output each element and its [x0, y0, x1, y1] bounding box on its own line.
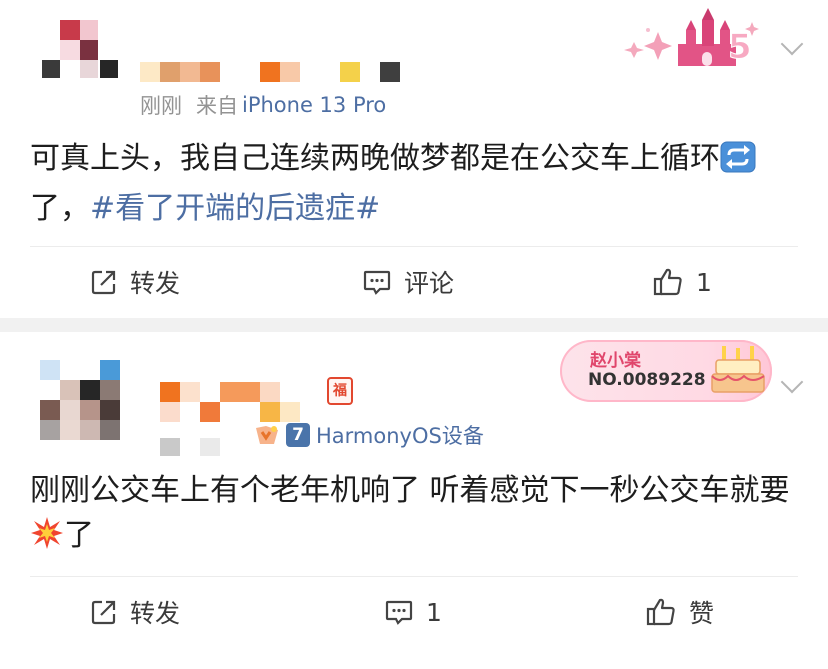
post-meta: 刚刚 来自 iPhone 13 Pro — [140, 90, 386, 120]
post-text-tail: 了， — [30, 191, 90, 226]
fan-badge-name: 赵小棠 — [590, 351, 641, 371]
avatar[interactable] — [38, 0, 122, 84]
action-bar: 转发 评论 1 — [0, 252, 828, 312]
avatar[interactable] — [38, 360, 122, 450]
repost-button[interactable]: 转发 — [90, 252, 180, 312]
comment-count: 1 — [426, 597, 442, 627]
repeat-emoji-icon — [720, 141, 756, 186]
like-button[interactable]: 赞 — [645, 582, 714, 642]
vip-icon — [252, 422, 282, 448]
like-label: 赞 — [689, 599, 715, 628]
like-button[interactable]: 1 — [652, 252, 712, 312]
divider — [30, 246, 798, 247]
post-meta: 7 HarmonyOS设备 — [252, 420, 484, 450]
post-source[interactable]: iPhone 13 Pro — [242, 93, 386, 117]
comment-button[interactable]: 评论 — [362, 252, 454, 312]
comment-label: 评论 — [404, 269, 455, 298]
post-content: 可真上头，我自己连续两晚做梦都是在公交车上循环了，#看了开端的后遗症# — [30, 136, 798, 231]
post-time: 刚刚 — [140, 94, 182, 118]
repost-label: 转发 — [130, 599, 181, 628]
fortune-tag-icon: 福 — [327, 377, 353, 405]
post-content: 刚刚公交车上有个老年机响了 听着感觉下一秒公交车就要了 — [30, 468, 798, 563]
castle-anniversary-badge-icon[interactable]: 5 — [616, 8, 766, 70]
svg-text:5: 5 — [728, 27, 752, 67]
comment-icon — [362, 268, 392, 296]
thumbs-up-icon — [645, 597, 677, 627]
nickname-pixelated[interactable] — [140, 62, 420, 84]
post-text: 可真上头，我自己连续两晚做梦都是在公交车上循环 — [30, 141, 720, 176]
collision-emoji-icon — [30, 516, 64, 563]
action-bar: 转发 1 赞 — [0, 582, 828, 642]
fan-badge[interactable]: 赵小棠 NO.0089228 — [560, 340, 772, 402]
post-text-tail: 了 — [64, 518, 94, 553]
chevron-down-icon[interactable] — [780, 32, 804, 56]
source-prefix: 来自 — [196, 94, 238, 118]
chevron-down-icon[interactable] — [780, 370, 804, 394]
weibo-post-2: 福 7 HarmonyOS设备 赵小棠 NO.0089228 刚刚公交车上有个老… — [0, 332, 828, 669]
repost-icon — [90, 598, 118, 626]
comment-button[interactable]: 1 — [384, 582, 442, 642]
repost-label: 转发 — [130, 269, 181, 298]
birthday-cake-icon — [710, 346, 766, 396]
repost-icon — [90, 268, 118, 296]
topic-link[interactable]: #看了开端的后遗症# — [90, 191, 380, 226]
weibo-post-1: 刚刚 来自 iPhone 13 Pro 5 可真上头，我自己连续两晚做梦都是在公… — [0, 0, 828, 318]
fan-badge-number: NO.0089228 — [588, 370, 706, 390]
thumbs-up-icon — [652, 267, 684, 297]
device-level-badge: 7 — [286, 423, 310, 447]
post-source[interactable]: HarmonyOS设备 — [316, 420, 484, 450]
divider — [30, 576, 798, 577]
comment-icon — [384, 598, 414, 626]
like-count: 1 — [696, 267, 712, 297]
post-text: 刚刚公交车上有个老年机响了 听着感觉下一秒公交车就要 — [30, 473, 790, 508]
repost-button[interactable]: 转发 — [90, 582, 180, 642]
